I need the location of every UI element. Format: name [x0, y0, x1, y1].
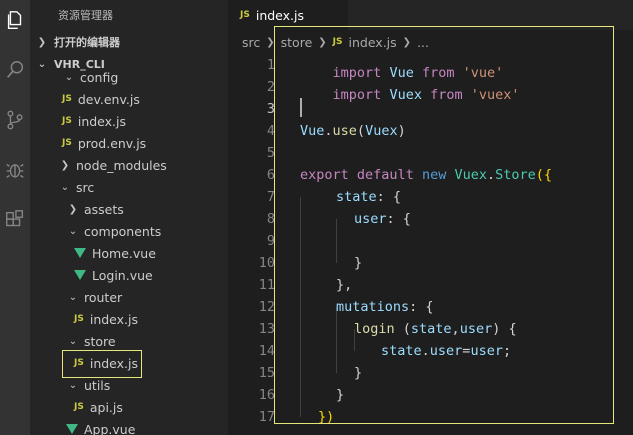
chevron-right-icon: ❯	[68, 203, 78, 215]
tree-item-label: utils	[84, 377, 111, 393]
tree-item-label: Login.vue	[92, 267, 153, 283]
tree-item-label: src	[76, 179, 95, 195]
code-line: }	[354, 365, 363, 381]
tree-item-label: node_modules	[76, 157, 167, 173]
chevron-right-icon: ❯	[402, 36, 412, 48]
js-file-icon: JS	[332, 37, 343, 47]
tree-item-label: prod.env.js	[77, 135, 147, 151]
code-line: user: {	[354, 211, 411, 227]
tree-item[interactable]: ⌄ store	[30, 330, 228, 352]
tab-index-js[interactable]: JS index.js	[228, 0, 348, 30]
sidebar-title: 资源管理器	[58, 9, 113, 22]
chevron-down-icon: ⌄	[68, 335, 78, 347]
tree-item-label: store	[84, 333, 116, 349]
code-line: login (state,user) {	[354, 321, 517, 337]
open-editors-section[interactable]: ❯ 打开的编辑器	[30, 31, 228, 53]
extensions-icon[interactable]	[0, 202, 30, 238]
code-line: export default new Vuex.Store({	[300, 167, 553, 183]
tree-item-label: Home.vue	[92, 245, 156, 261]
code-line: },	[336, 277, 353, 293]
tree-item[interactable]: Login.vue	[30, 264, 228, 286]
vue-file-icon	[74, 270, 86, 280]
tree-item-label: router	[84, 289, 123, 305]
chevron-right-icon: ❯	[37, 36, 47, 48]
tree-item[interactable]: JS prod.env.js	[30, 132, 228, 154]
code-line: })	[318, 409, 335, 425]
tree-item[interactable]: JS index.js	[30, 110, 228, 132]
js-file-icon: JS	[62, 116, 72, 126]
chevron-down-icon: ⌄	[60, 181, 70, 193]
vue-file-icon	[74, 248, 86, 258]
tree-item-label: App.vue	[84, 421, 136, 435]
breadcrumb-file[interactable]: index.js	[349, 35, 397, 50]
line-number: 5	[266, 145, 275, 161]
text-cursor	[300, 98, 302, 117]
js-file-icon: JS	[62, 138, 72, 148]
code-line: state.user=user;	[381, 343, 512, 359]
breadcrumb-more[interactable]: ...	[417, 35, 429, 50]
highlight-annotation	[62, 350, 142, 378]
code-line: }	[354, 255, 363, 271]
code-line: import Vuex from 'vuex'	[332, 87, 520, 103]
chevron-right-icon: ❯	[60, 159, 70, 171]
tree-item[interactable]: JS index.js	[30, 308, 228, 330]
js-file-icon: JS	[74, 402, 84, 412]
tree-item[interactable]: JS dev.env.js	[30, 88, 228, 110]
tree-item-label: config	[80, 69, 119, 85]
tree-item[interactable]: ❯ assets	[30, 198, 228, 220]
explorer-sidebar: 资源管理器 ❯ 打开的编辑器 ⌄ VHR_CLI ⌄ config JS dev.en…	[30, 0, 228, 435]
line-number-row: 5	[228, 142, 633, 164]
source-control-icon[interactable]	[0, 102, 30, 138]
line-number: 9	[266, 233, 275, 249]
chevron-down-icon: ⌄	[68, 225, 78, 237]
tree-item-label: assets	[84, 201, 124, 217]
code-line: state: {	[336, 189, 402, 205]
code-editor[interactable]: 1 2 3 4 5 6 7 8 9 10 11 12 13 14 15 16 17 import Vue fro…	[228, 54, 633, 435]
breadcrumb: src ❯ store ❯ JS index.js ❯ ...	[228, 30, 633, 54]
js-file-icon: JS	[62, 94, 72, 104]
code-line: Vue.use(Vuex)	[300, 123, 406, 139]
chevron-right-icon: ❯	[266, 36, 275, 48]
tree-item[interactable]: JS api.js	[30, 396, 228, 418]
code-line: mutations: {	[336, 299, 434, 315]
tree-item-label: index.js	[77, 113, 127, 129]
tree-item[interactable]: ⌄ components	[30, 220, 228, 242]
tab-label: index.js	[255, 7, 305, 23]
debug-icon[interactable]	[0, 152, 30, 188]
tree-item-label: index.js	[89, 311, 139, 327]
tree-item-label: api.js	[89, 399, 123, 415]
breadcrumb-src[interactable]: src	[242, 35, 260, 50]
tree-item[interactable]: ❯ node_modules	[30, 154, 228, 176]
js-file-icon: JS	[74, 314, 84, 324]
vue-file-icon	[66, 424, 78, 434]
tree-item-label: components	[84, 223, 162, 239]
tree-item-label: dev.env.js	[77, 91, 140, 107]
code-line: }	[336, 387, 345, 403]
search-icon[interactable]	[0, 52, 30, 88]
line-number-row: 9	[228, 230, 633, 252]
tree-item[interactable]: ⌄ router	[30, 286, 228, 308]
tab-bar: JS index.js	[228, 0, 633, 30]
tree-item[interactable]: ⌄ src	[30, 176, 228, 198]
tree-item[interactable]: ⌄ config	[30, 66, 228, 88]
chevron-down-icon: ⌄	[64, 71, 74, 83]
tree-item[interactable]: Home.vue	[30, 242, 228, 264]
tree-item[interactable]: App.vue	[30, 418, 228, 435]
chevron-down-icon: ⌄	[68, 379, 78, 391]
open-editors-label: 打开的编辑器	[54, 36, 120, 49]
explorer-icon[interactable]	[0, 2, 30, 38]
line-number: 3	[266, 101, 275, 117]
js-file-icon: JS	[240, 10, 250, 20]
chevron-down-icon: ⌄	[68, 291, 78, 303]
activity-bar	[0, 0, 30, 435]
chevron-right-icon: ❯	[318, 36, 327, 48]
breadcrumb-store[interactable]: store	[281, 35, 313, 50]
